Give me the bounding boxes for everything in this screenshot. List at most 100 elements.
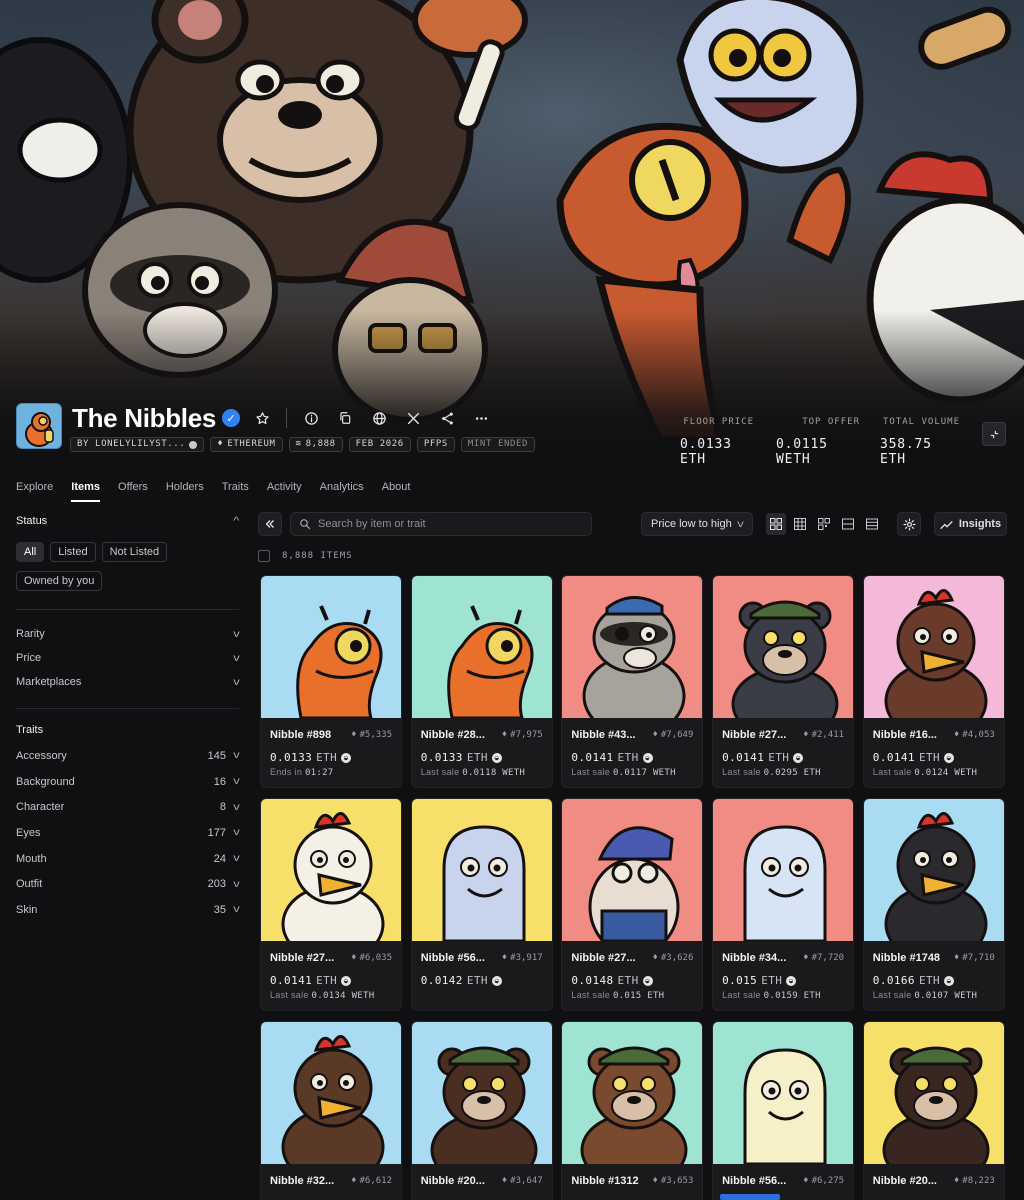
price-filter[interactable]: Price v bbox=[16, 646, 240, 670]
item-card[interactable]: Nibble #20... ♦ #3,647 bbox=[410, 1021, 553, 1200]
chevron-down-icon: v bbox=[233, 853, 240, 865]
insights-button[interactable]: Insights bbox=[934, 512, 1007, 536]
item-card[interactable]: Nibble #28... ♦ #7,975 0.0133 ETH ◒ Last sale … bbox=[410, 575, 553, 788]
grid-medium-view-button[interactable] bbox=[790, 513, 810, 535]
item-image[interactable] bbox=[411, 799, 552, 941]
tab-activity[interactable]: Activity bbox=[267, 470, 302, 502]
search-box[interactable] bbox=[290, 512, 592, 536]
collapse-sidebar-button[interactable] bbox=[258, 512, 282, 536]
item-image[interactable] bbox=[713, 1022, 854, 1164]
item-card[interactable]: Nibble #32... ♦ #6,612 bbox=[260, 1021, 402, 1200]
grid-large-view-button[interactable] bbox=[766, 513, 786, 535]
tab-offers[interactable]: Offers bbox=[118, 470, 148, 502]
status-not-listed-pill[interactable]: Not Listed bbox=[101, 542, 168, 562]
item-card[interactable]: Nibble #56... ♦ #3,917 0.0142 ETH ◒ bbox=[410, 798, 553, 1011]
status-listed-pill[interactable]: Listed bbox=[50, 542, 96, 562]
view-mode-group bbox=[766, 513, 882, 535]
item-image[interactable] bbox=[562, 576, 703, 718]
list-view-button[interactable] bbox=[838, 513, 858, 535]
item-card[interactable]: Nibble #27... ♦ #2,411 0.0141 ETH ◒ Last sale … bbox=[712, 575, 855, 788]
trait-filter-mouth[interactable]: Mouth 24 v bbox=[16, 846, 240, 872]
floating-action-bar[interactable] bbox=[720, 1194, 780, 1200]
item-image[interactable] bbox=[411, 576, 552, 718]
item-price: 0.015 ETH ◒ bbox=[722, 974, 844, 987]
item-image[interactable] bbox=[863, 1022, 1004, 1164]
rarity-filter[interactable]: Rarity v bbox=[16, 622, 240, 646]
item-image[interactable] bbox=[261, 576, 401, 718]
item-card[interactable]: Nibble #16... ♦ #4,053 0.0141 ETH ◒ Last sale … bbox=[862, 575, 1005, 788]
item-card[interactable]: Nibble #1748 ♦ #7,710 0.0166 ETH ◒ Last sale 0… bbox=[862, 798, 1005, 1011]
item-rank: ♦ #3,653 bbox=[652, 1176, 694, 1186]
item-name: Nibble #56... bbox=[722, 1175, 787, 1187]
item-count: 8,888 ITEMS bbox=[282, 551, 353, 561]
trait-filter-outfit[interactable]: Outfit 203 v bbox=[16, 871, 240, 897]
item-card[interactable]: Nibble #898 ♦ #5,335 0.0133 ETH ◒ Ends in 01:2… bbox=[260, 575, 402, 788]
collection-name: The Nibbles bbox=[72, 402, 217, 433]
chevron-down-icon: v bbox=[233, 676, 240, 688]
supply-tag: ≋ 8,888 bbox=[288, 437, 343, 452]
globe-icon[interactable] bbox=[367, 406, 391, 430]
item-name: Nibble #27... bbox=[722, 729, 787, 741]
grid-small-view-button[interactable] bbox=[814, 513, 834, 535]
item-card[interactable]: Nibble #27... ♦ #6,035 0.0141 ETH ◒ Last sale … bbox=[260, 798, 402, 1011]
mint-status-tag: MINT ENDED bbox=[460, 437, 536, 452]
tab-analytics[interactable]: Analytics bbox=[320, 470, 364, 502]
item-image[interactable] bbox=[713, 799, 854, 941]
star-icon[interactable] bbox=[250, 406, 274, 430]
status-all-pill[interactable]: All bbox=[16, 542, 45, 562]
item-price: 0.0141 ETH ◒ bbox=[571, 751, 693, 764]
trait-filter-skin[interactable]: Skin 35 v bbox=[16, 897, 240, 923]
search-input[interactable] bbox=[318, 518, 578, 530]
select-all-checkbox[interactable] bbox=[258, 550, 270, 562]
item-image[interactable] bbox=[411, 1022, 552, 1164]
item-card[interactable]: Nibble #20... ♦ #8,223 bbox=[862, 1021, 1005, 1200]
item-card[interactable]: Nibble #43... ♦ #7,649 0.0141 ETH ◒ Last sale … bbox=[561, 575, 704, 788]
chevron-down-icon: v bbox=[233, 827, 240, 839]
item-card[interactable]: Nibble #34... ♦ #7,720 0.015 ETH ◒ Last sale 0… bbox=[712, 798, 855, 1011]
copy-icon[interactable] bbox=[333, 406, 357, 430]
item-image[interactable] bbox=[863, 576, 1004, 718]
item-image[interactable] bbox=[261, 799, 401, 941]
top-offer-stat: TOP OFFER 0.0115 WETH bbox=[776, 417, 860, 467]
tab-items[interactable]: Items bbox=[71, 470, 100, 502]
status-filter-header[interactable]: Status ^ bbox=[16, 508, 240, 534]
item-sub-info: Last sale 0.0117 WETH bbox=[571, 767, 676, 778]
item-name: Nibble #20... bbox=[872, 1175, 937, 1187]
item-image[interactable] bbox=[863, 799, 1004, 941]
item-image[interactable] bbox=[261, 1022, 401, 1164]
trait-filter-accessory[interactable]: Accessory 145 v bbox=[16, 743, 240, 769]
creator-tag[interactable]: BY LONELYLILYST... bbox=[70, 437, 205, 452]
chevron-down-icon: v bbox=[737, 518, 744, 530]
rarity-icon: ♦ bbox=[652, 953, 658, 963]
item-image[interactable] bbox=[713, 576, 854, 718]
item-rank: ♦ #6,612 bbox=[351, 1176, 392, 1186]
chevron-up-icon: ^ bbox=[233, 515, 240, 527]
sort-dropdown[interactable]: Price low to high v bbox=[641, 512, 753, 536]
owned-by-you-pill[interactable]: Owned by you bbox=[16, 571, 103, 591]
settings-button[interactable] bbox=[897, 512, 921, 536]
item-card[interactable]: Nibble #27... ♦ #3,626 0.0148 ETH ◒ Last sale … bbox=[561, 798, 704, 1011]
table-view-button[interactable] bbox=[862, 513, 882, 535]
x-logo-icon[interactable] bbox=[401, 406, 425, 430]
item-image[interactable] bbox=[562, 1022, 703, 1164]
collection-avatar bbox=[16, 403, 62, 449]
more-icon[interactable] bbox=[469, 406, 493, 430]
tab-traits[interactable]: Traits bbox=[222, 470, 249, 502]
opensea-icon: ◒ bbox=[944, 975, 955, 986]
expand-stats-button[interactable] bbox=[982, 422, 1006, 446]
marketplaces-filter[interactable]: Marketplaces v bbox=[16, 670, 240, 694]
item-sub-info: Last sale 0.0134 WETH bbox=[270, 990, 375, 1001]
item-card[interactable]: Nibble #56... ♦ #6,275 bbox=[712, 1021, 855, 1200]
tab-holders[interactable]: Holders bbox=[166, 470, 204, 502]
tab-about[interactable]: About bbox=[382, 470, 411, 502]
trait-filter-background[interactable]: Background 16 v bbox=[16, 769, 240, 795]
info-icon[interactable] bbox=[299, 406, 323, 430]
category-tag[interactable]: PFPS bbox=[416, 437, 455, 452]
filter-sidebar: Status ^ All Listed Not Listed Owned by … bbox=[16, 508, 240, 923]
item-card[interactable]: Nibble #1312 ♦ #3,653 bbox=[561, 1021, 704, 1200]
tab-explore[interactable]: Explore bbox=[16, 470, 53, 502]
trait-filter-eyes[interactable]: Eyes 177 v bbox=[16, 820, 240, 846]
share-icon[interactable] bbox=[435, 406, 459, 430]
trait-filter-character[interactable]: Character 8 v bbox=[16, 794, 240, 820]
item-image[interactable] bbox=[562, 799, 703, 941]
